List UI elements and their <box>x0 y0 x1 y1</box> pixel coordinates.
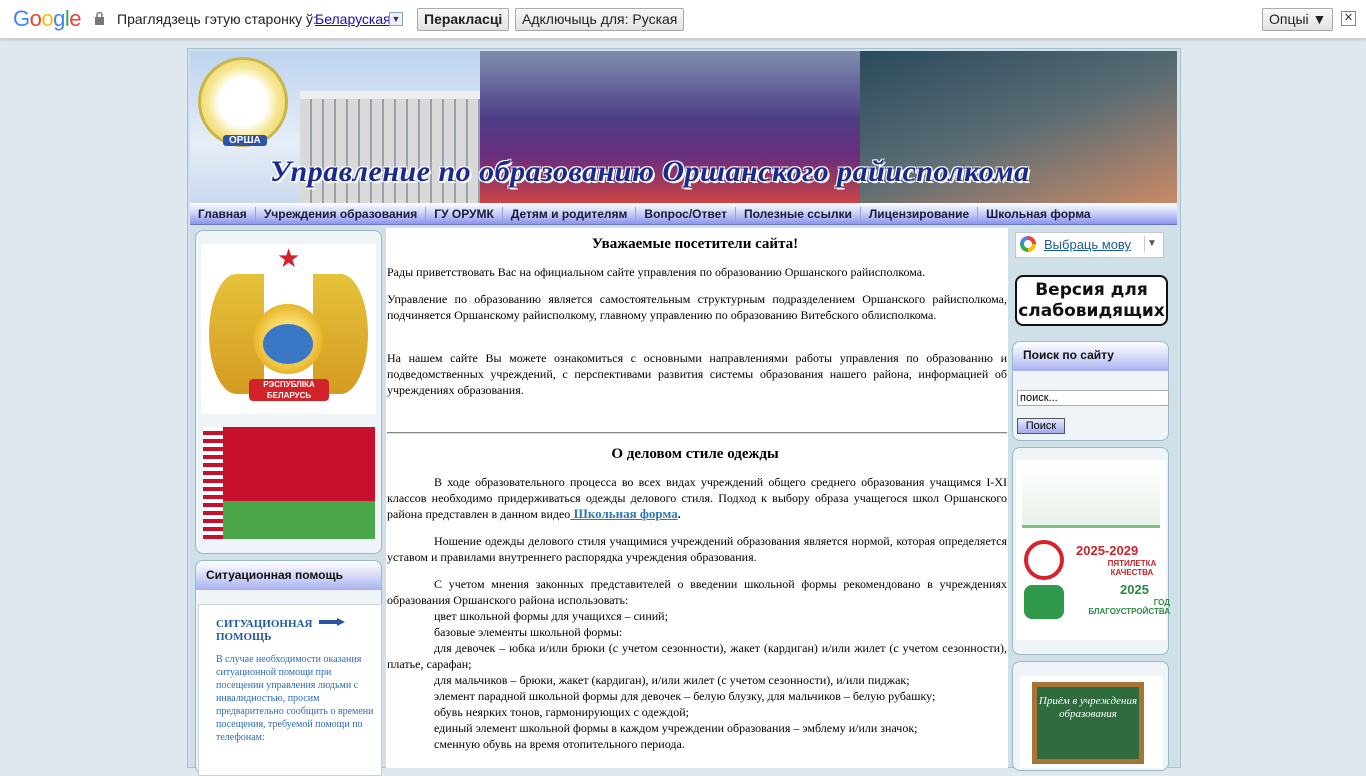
list-item: элемент парадной школьной формы для дево… <box>434 689 936 703</box>
site-info-paragraph: На нашем сайте Вы можете ознакомиться с … <box>387 351 1007 397</box>
quality-badge-icon <box>1024 540 1064 580</box>
dress-code-norm: Ношение одежды делового стиля учащимися … <box>387 534 1007 564</box>
dress-code-recommendation: С учетом мнения законных представителей … <box>387 577 1007 607</box>
list-item: цвет школьной формы для учащихся – синий… <box>434 609 668 623</box>
google-g-icon <box>1020 236 1036 252</box>
chevron-down-icon: ▼ <box>1144 236 1159 252</box>
translate-prompt: Праглядзець гэтую старонку ў: <box>117 11 317 27</box>
list-item: для мальчиков – брюки, жакет (кардиган),… <box>434 673 910 687</box>
search-title: Поиск по сайту <box>1013 342 1168 371</box>
close-icon[interactable]: ✕ <box>1341 11 1356 26</box>
improvement-badge-icon <box>1024 585 1064 619</box>
google-logo: Google <box>13 6 82 31</box>
nav-item-links[interactable]: Полезные ссылки <box>736 206 861 221</box>
national-flag <box>203 427 375 539</box>
situational-help-heading: СИТУАЦИОННАЯ ПОМОЩЬ <box>216 618 313 643</box>
list-item: единый элемент школьной формы в каждом у… <box>434 721 918 735</box>
translate-widget-label: Выбраць мову <box>1044 237 1132 252</box>
lock-icon <box>95 12 104 25</box>
list-item: базовые элементы школьной формы: <box>434 625 623 639</box>
quality-text: ПЯТИЛЕТКА КАЧЕСТВА <box>1107 559 1157 577</box>
site-title: Управление по образованию Оршанского рай… <box>270 155 1030 188</box>
about-paragraph: Управление по образованию является самос… <box>387 292 1007 322</box>
translate-widget[interactable]: Выбраць мову ▼ <box>1015 232 1164 258</box>
star-icon: ★ <box>277 244 301 273</box>
situational-help-text: В случае необходимости оказания ситуацио… <box>216 654 374 743</box>
intro-end: . <box>677 507 681 521</box>
header-banner: ОРША Управление по образованию Оршанског… <box>190 51 1177 203</box>
list-item: сменную обувь на время отопительного пер… <box>434 737 685 751</box>
main-nav: Главная Учреждения образования ГУ ОРУМК … <box>190 203 1177 225</box>
language-link[interactable]: Беларуская <box>315 11 391 27</box>
quality-year-banner[interactable]: 2025-2029 ПЯТИЛЕТКА КАЧЕСТВА 2025 ГОД БЛ… <box>1016 460 1170 640</box>
admission-board-text: Приём в учреждения образования <box>1032 682 1144 764</box>
nav-item-licensing[interactable]: Лицензирование <box>861 206 979 221</box>
divider <box>387 432 1007 434</box>
situational-help-banner[interactable]: СИТУАЦИОННАЯ ПОМОЩЬ В случае необходимос… <box>198 604 382 776</box>
nav-item-qa[interactable]: Вопрос/Ответ <box>636 206 736 221</box>
improvement-year: 2025 <box>1120 582 1149 597</box>
nav-item-school-uniform[interactable]: Школьная форма <box>978 207 1098 221</box>
options-button[interactable]: Опцыі ▼ <box>1262 8 1334 31</box>
list-item: обувь неярких тонов, гармонирующих с оде… <box>434 705 690 719</box>
coat-of-arms: ★ РЭСПУБЛІКА БЕЛАРУСЬ <box>201 244 376 414</box>
flag-green-stripe <box>223 501 375 539</box>
low-vision-button[interactable]: Версия для слабовидящих <box>1015 275 1168 326</box>
nav-item-institutions[interactable]: Учреждения образования <box>256 206 427 221</box>
flag-red-stripe <box>223 427 375 501</box>
emblem-label: ОРША <box>223 135 267 146</box>
globe-shape <box>263 324 313 364</box>
nav-item-orumk[interactable]: ГУ ОРУМК <box>426 206 503 221</box>
flag-ornament <box>203 427 223 539</box>
search-input[interactable]: поиск... <box>1017 390 1169 406</box>
quality-years: 2025-2029 <box>1076 543 1139 558</box>
situational-help-title: Ситуационная помощь <box>196 561 381 590</box>
language-dropdown-icon[interactable]: ▼ <box>389 12 403 26</box>
uniform-list: цвет школьной формы для учащихся – синий… <box>387 608 1007 752</box>
disable-translate-button[interactable]: Адключыць для: Руская <box>515 8 685 31</box>
main-content: Уважаемые посетители сайта! Рады приветс… <box>386 228 1008 768</box>
admission-banner[interactable]: Приём в учреждения образования <box>1020 676 1163 768</box>
welcome-paragraph: Рады приветствовать Вас на официальном с… <box>387 265 926 279</box>
dress-code-intro: В ходе образовательного процесса во всех… <box>387 474 1007 522</box>
improvement-text: ГОД БЛАГОУСТРОЙСТВА <box>1088 598 1170 616</box>
arrow-right-icon <box>319 618 345 626</box>
dress-code-intro-text: В ходе образовательного процесса во всех… <box>387 475 1007 521</box>
translate-bar: Google Праглядзець гэтую старонку ў: Бел… <box>0 0 1366 39</box>
orsha-emblem <box>198 57 288 147</box>
dress-code-title: О деловом стиле одежды <box>611 446 779 462</box>
nav-item-children-parents[interactable]: Детям и родителям <box>503 206 637 221</box>
search-button[interactable]: Поиск <box>1017 418 1065 434</box>
welcome-title: Уважаемые посетители сайта! <box>591 236 799 252</box>
nav-item-home[interactable]: Главная <box>190 206 256 221</box>
coat-ribbon: РЭСПУБЛІКА БЕЛАРУСЬ <box>249 379 329 401</box>
list-item: для девочек – юбка и/или брюки (с учетом… <box>387 641 1007 671</box>
city-skyline-image <box>1022 465 1160 528</box>
translate-button[interactable]: Перакласці <box>417 8 510 31</box>
school-uniform-video-link[interactable]: Школьная форма <box>570 506 678 521</box>
